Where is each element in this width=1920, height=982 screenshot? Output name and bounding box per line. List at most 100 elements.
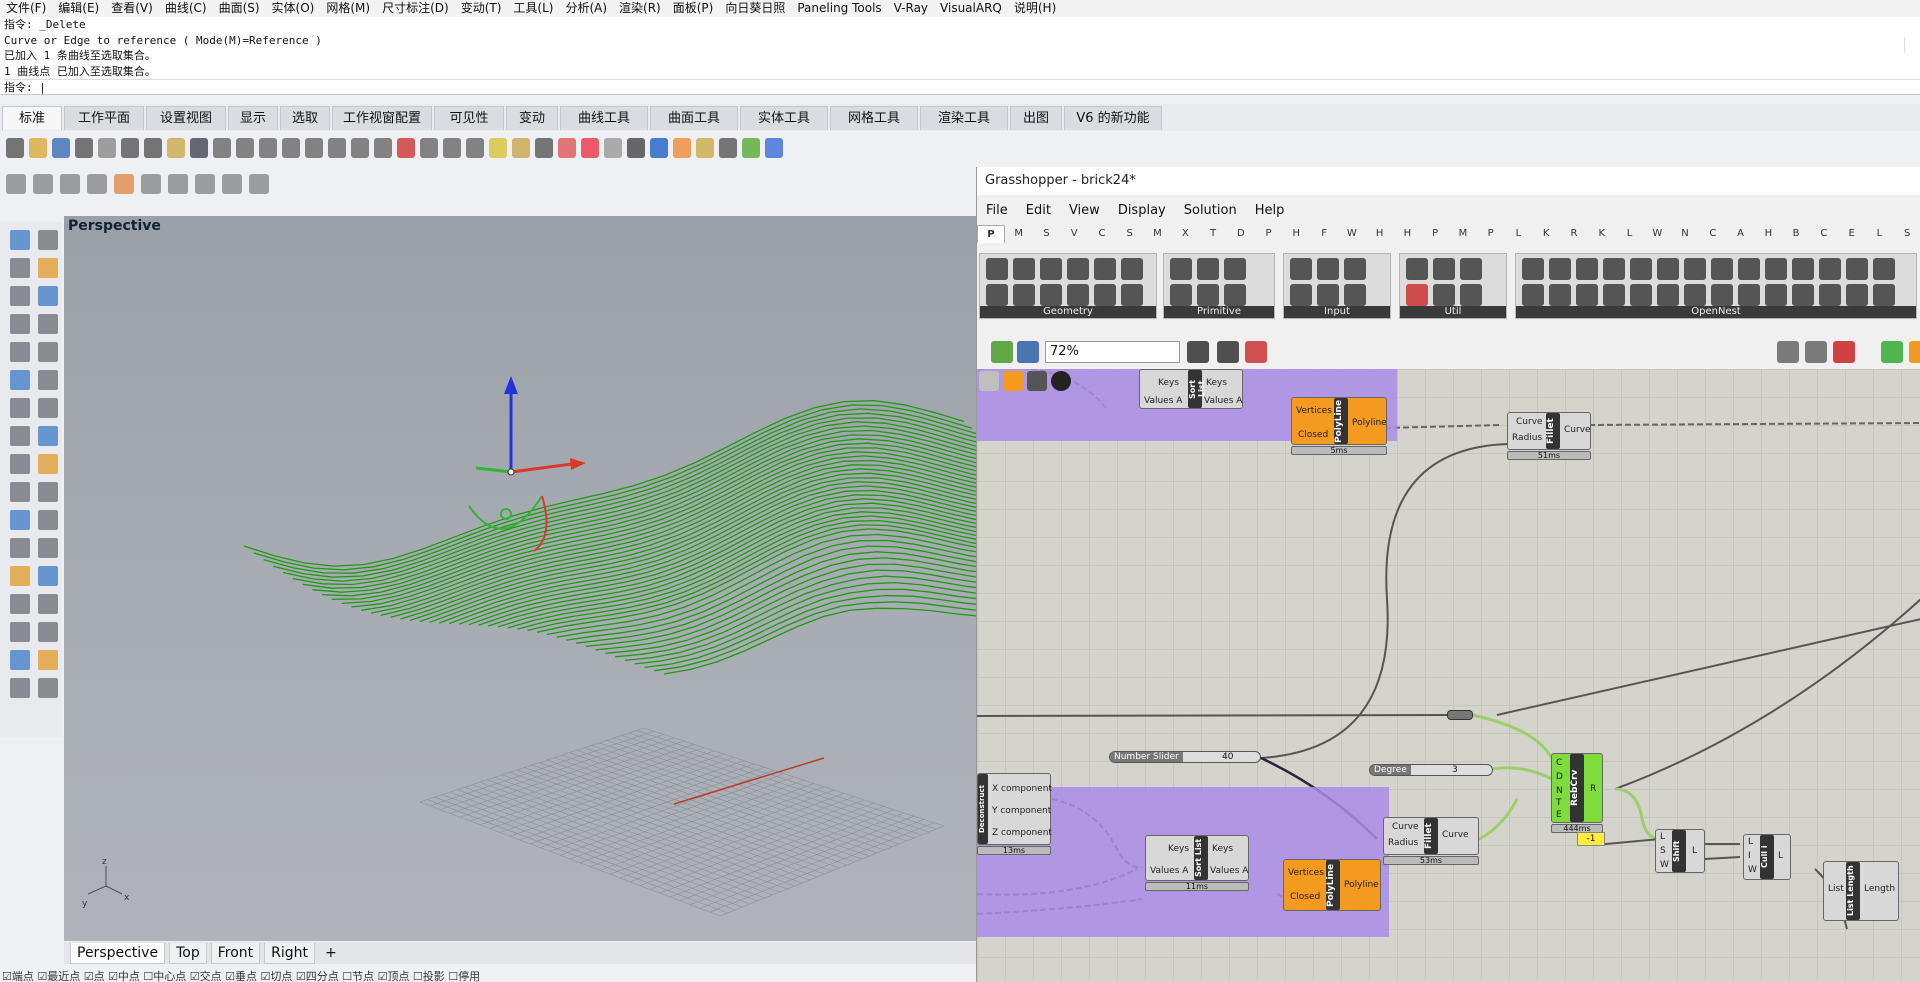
- gh-util-component-1-2[interactable]: [1460, 284, 1482, 306]
- shift-list-component[interactable]: L S W Shift L: [1655, 829, 1705, 873]
- gh-primitive-component-0-0[interactable]: [1170, 258, 1192, 280]
- gh-menu-help[interactable]: Help: [1246, 199, 1294, 223]
- gh-primitive-component-1-1[interactable]: [1197, 284, 1219, 306]
- gh-primitive-component-1-0[interactable]: [1170, 284, 1192, 306]
- mirror-tool-icon[interactable]: [38, 538, 58, 558]
- fillet-tool-icon[interactable]: [38, 454, 58, 474]
- render-icon[interactable]: [650, 138, 668, 158]
- menu-item-1[interactable]: 编辑(E): [52, 0, 105, 17]
- loft-tool-icon[interactable]: [38, 370, 58, 390]
- gh-tab-26[interactable]: C: [1699, 225, 1727, 243]
- download-icon[interactable]: [979, 371, 999, 391]
- number-slider[interactable]: Number Slider 40: [1109, 751, 1261, 763]
- gh-opennest-component-0-7[interactable]: [1711, 258, 1733, 280]
- cull-index-component[interactable]: L I W Cull i L: [1743, 834, 1791, 880]
- grid-tool-icon[interactable]: [38, 622, 58, 642]
- gh-tab-30[interactable]: C: [1810, 225, 1838, 243]
- undo-icon[interactable]: [190, 138, 208, 158]
- curve-tool-icon[interactable]: [38, 258, 58, 278]
- light-icon[interactable]: [489, 138, 507, 158]
- gh-geometry-component-1-5[interactable]: [1121, 284, 1143, 306]
- brick-icon[interactable]: [222, 174, 242, 194]
- gh-util-component-0-1[interactable]: [1433, 258, 1455, 280]
- gh-opennest-component-0-1[interactable]: [1549, 258, 1571, 280]
- zoom-window-icon[interactable]: [282, 138, 300, 158]
- gh-menu-file[interactable]: File: [977, 199, 1017, 223]
- menu-item-3[interactable]: 曲线(C): [159, 0, 213, 17]
- zoom-field[interactable]: 72%: [1045, 341, 1180, 363]
- grass-icon[interactable]: [195, 174, 215, 194]
- gh-util-component-1-0[interactable]: [1406, 284, 1428, 306]
- split-tool-icon[interactable]: [10, 482, 30, 502]
- deconstruct-component[interactable]: Deconstruct X component Y component Z co…: [977, 773, 1052, 845]
- gh-input-component-0-1[interactable]: [1317, 258, 1339, 280]
- freeform-tool-icon[interactable]: [38, 342, 58, 362]
- menu-item-4[interactable]: 曲面(S): [213, 0, 266, 17]
- circle-tool-icon[interactable]: [10, 286, 30, 306]
- block-tool-icon[interactable]: [10, 650, 30, 670]
- close-icon[interactable]: [1051, 371, 1071, 391]
- gh-tab-5[interactable]: S: [1116, 225, 1144, 243]
- car-icon[interactable]: [397, 138, 415, 158]
- viewport-layout-icon[interactable]: [374, 138, 392, 158]
- color-wheel-icon[interactable]: [581, 138, 599, 158]
- perspective-viewport[interactable]: z y x: [64, 216, 976, 941]
- gh-tab-8[interactable]: T: [1199, 225, 1227, 243]
- arc-tool-icon[interactable]: [38, 286, 58, 306]
- check-tool-icon[interactable]: [38, 650, 58, 670]
- fillet-component-2[interactable]: Curve Radius Fillet Curve: [1383, 817, 1479, 855]
- gh-primitive-component-0-2[interactable]: [1224, 258, 1246, 280]
- gh-opennest-component-0-9[interactable]: [1765, 258, 1787, 280]
- gh-geometry-component-0-1[interactable]: [1013, 258, 1035, 280]
- value-panel[interactable]: -1: [1577, 832, 1605, 846]
- new-file-icon[interactable]: [6, 138, 24, 158]
- brep-icon[interactable]: [1027, 371, 1047, 391]
- gh-tab-14[interactable]: H: [1366, 225, 1394, 243]
- gh-opennest-component-1-12[interactable]: [1846, 284, 1868, 306]
- import-icon[interactable]: [98, 138, 116, 158]
- array-tool-icon[interactable]: [10, 594, 30, 614]
- rectangle-tool-icon[interactable]: [38, 314, 58, 334]
- paste-icon[interactable]: [167, 138, 185, 158]
- menu-item-11[interactable]: 渲染(R): [613, 0, 667, 17]
- teapot-icon[interactable]: [33, 174, 53, 194]
- list-length-component[interactable]: List List Length Length: [1823, 861, 1899, 921]
- gh-input-component-1-0[interactable]: [1290, 284, 1312, 306]
- hide-icon[interactable]: [87, 174, 107, 194]
- mode-icon[interactable]: [6, 174, 26, 194]
- box-display-icon[interactable]: [60, 174, 80, 194]
- gh-input-component-0-0[interactable]: [1290, 258, 1312, 280]
- gh-tab-22[interactable]: K: [1588, 225, 1616, 243]
- point-tool-icon[interactable]: [38, 230, 58, 250]
- sphere-tool-icon[interactable]: [38, 398, 58, 418]
- gh-menu-edit[interactable]: Edit: [1017, 199, 1060, 223]
- zoom-icon[interactable]: [259, 138, 277, 158]
- ellipse-tool-icon[interactable]: [10, 314, 30, 334]
- gh-bake-icon[interactable]: [1833, 341, 1855, 363]
- toolbar-tab-14[interactable]: V6 的新功能: [1064, 106, 1162, 130]
- menu-item-0[interactable]: 文件(F): [0, 0, 52, 17]
- gh-opennest-component-1-9[interactable]: [1765, 284, 1787, 306]
- viewport-tab-top[interactable]: Top: [169, 942, 207, 964]
- gh-zoom-extents-icon[interactable]: [1187, 341, 1209, 363]
- gh-tab-20[interactable]: K: [1532, 225, 1560, 243]
- gh-opennest-component-1-5[interactable]: [1657, 284, 1679, 306]
- trim-tool-icon[interactable]: [38, 482, 58, 502]
- eye-icon[interactable]: [420, 138, 438, 158]
- gh-tab-9[interactable]: D: [1227, 225, 1255, 243]
- command-prompt-input[interactable]: 指令: |: [4, 79, 1920, 95]
- gh-geometry-component-1-4[interactable]: [1094, 284, 1116, 306]
- gh-tab-21[interactable]: R: [1560, 225, 1588, 243]
- polyline-component-1[interactable]: Vertices Closed PolyLine Polyline: [1291, 397, 1387, 445]
- viewport-title[interactable]: Perspective: [68, 218, 161, 234]
- gh-tab-31[interactable]: E: [1838, 225, 1866, 243]
- gh-tab-6[interactable]: M: [1144, 225, 1172, 243]
- gh-save-icon[interactable]: [1017, 341, 1039, 363]
- gh-tab-10[interactable]: P: [1255, 225, 1283, 243]
- zoom-selected-icon[interactable]: [328, 138, 346, 158]
- gh-tab-15[interactable]: H: [1394, 225, 1422, 243]
- gh-geometry-component-1-0[interactable]: [986, 284, 1008, 306]
- polyline-tool-icon[interactable]: [10, 258, 30, 278]
- snapshot-icon[interactable]: [466, 138, 484, 158]
- gh-opennest-component-0-5[interactable]: [1657, 258, 1679, 280]
